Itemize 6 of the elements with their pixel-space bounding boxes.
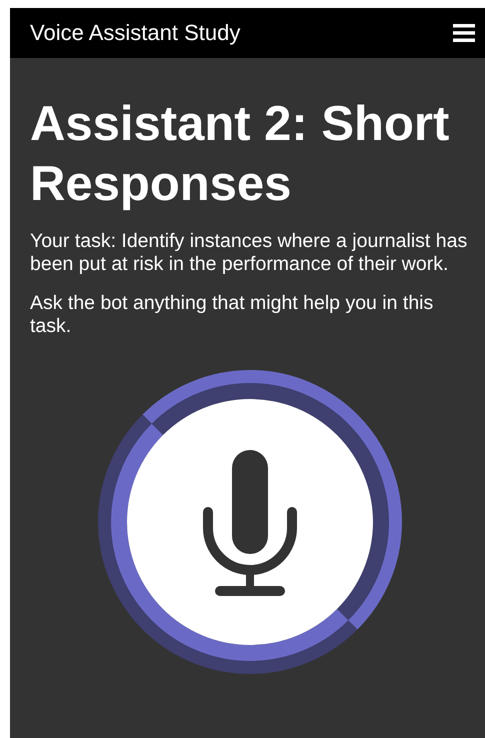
page-heading: Assistant 2: Short Responses [30,96,450,213]
menu-icon[interactable] [453,23,475,43]
microphone-button[interactable] [98,370,402,674]
instruction-text: Ask the bot anything that might help you in this task. [30,292,434,338]
instruction-text: Your task: Identify instances where a journalist has been put at risk in the performance of their work. [30,230,468,276]
app-title: Voice Assistant Study [30,20,240,46]
